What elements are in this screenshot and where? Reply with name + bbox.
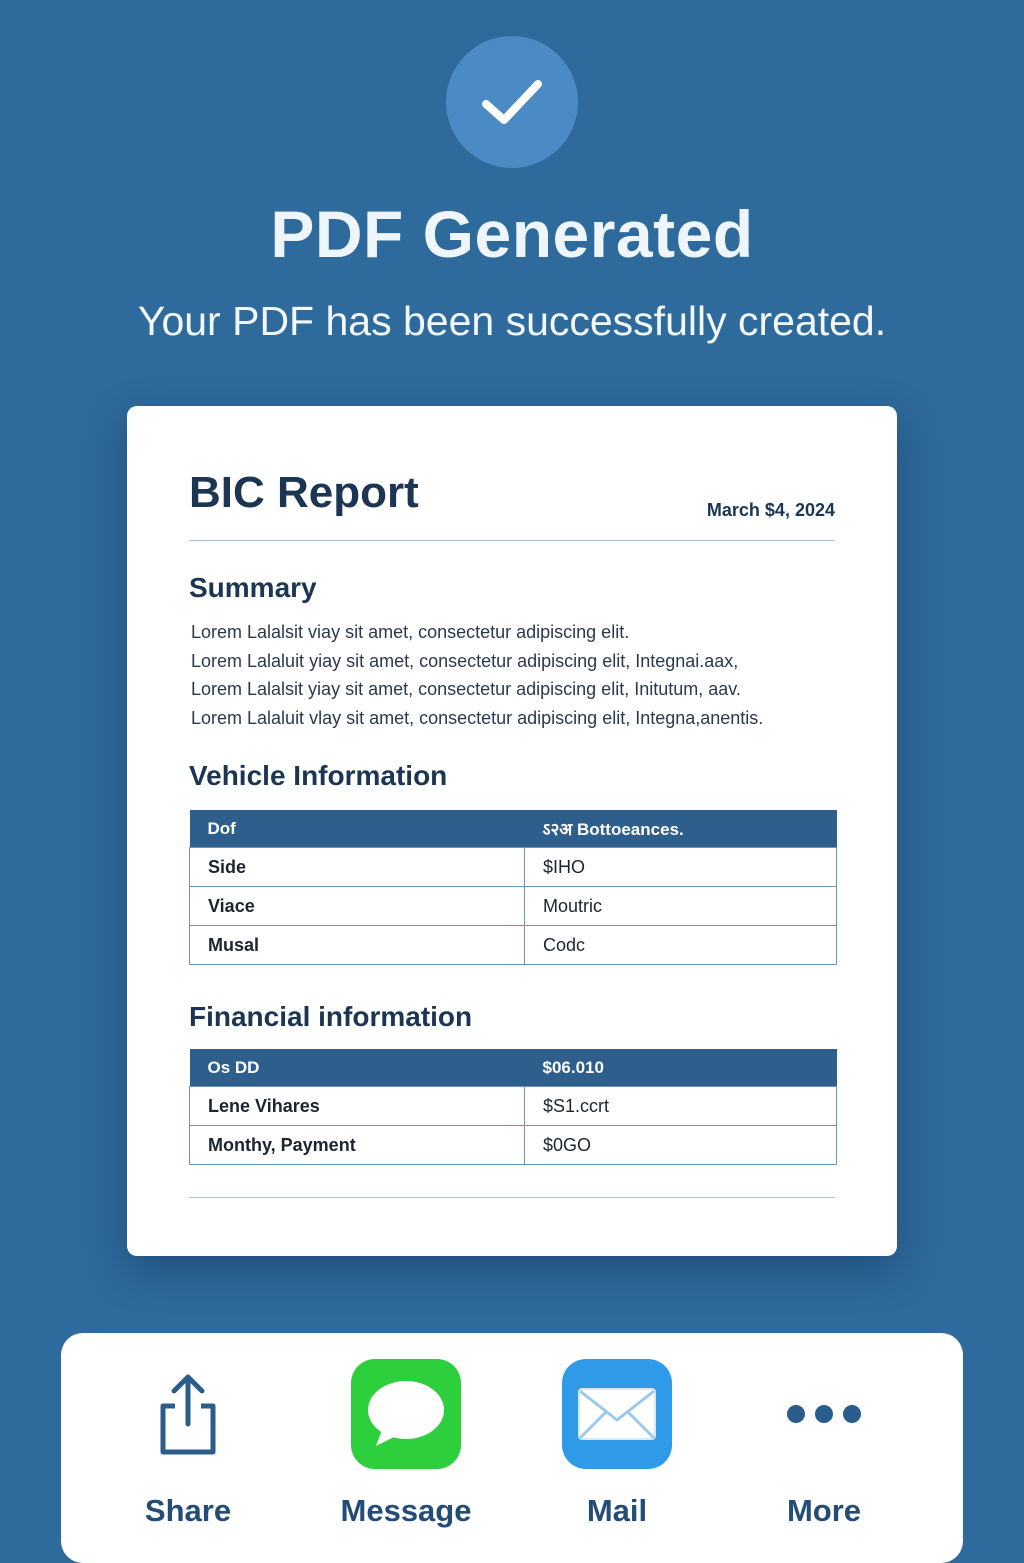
vehicle-info-table: Dof ऽ२अ Bottoeances. Side $IHO Viace Mou… <box>189 810 837 965</box>
share-sheet: Share Message Mail More <box>61 1333 963 1563</box>
summary-line: Lorem Lalaluit yiay sit amet, consectetu… <box>191 650 739 671</box>
table-row: Lene Vihares $S1.ccrt <box>189 1086 837 1126</box>
message-label: Message <box>340 1493 472 1528</box>
table-row: Side $IHO <box>189 847 837 887</box>
page-subtitle: Your PDF has been successfully created. <box>137 298 887 344</box>
row-label: Side <box>189 847 525 887</box>
more-button[interactable]: More <box>734 1359 914 1529</box>
share-label: Share <box>144 1493 232 1528</box>
table-header-row: Dof ऽ२अ Bottoeances. <box>189 810 837 848</box>
summary-line: Lorem Lalalsit yiay sit amet, consectetu… <box>191 679 741 699</box>
column-header: ऽ२अ Bottoeances. <box>524 810 837 848</box>
summary-line: Lorem Lalaluit vlay sit amet, consectetu… <box>191 707 764 728</box>
mail-label: Mail <box>586 1493 648 1528</box>
row-label: Monthy, Payment <box>189 1125 525 1165</box>
row-value: Codc <box>524 925 837 965</box>
message-icon <box>351 1359 461 1469</box>
success-check-badge <box>446 36 578 168</box>
summary-heading: Summary <box>189 572 317 603</box>
table-row: Musal Codc <box>189 925 837 965</box>
column-header: Os DD <box>189 1049 525 1087</box>
summary-text: Lorem Lalalsit viay sit amet, consectetu… <box>191 618 851 732</box>
pdf-preview-card[interactable]: BIC Report March $4, 2024 Summary Lorem … <box>127 406 897 1256</box>
summary-line: Lorem Lalalsit viay sit amet, consectetu… <box>191 622 630 642</box>
row-value: $S1.ccrt <box>524 1086 837 1126</box>
column-header: $06.010 <box>524 1049 837 1087</box>
document-title: BIC Report <box>189 468 419 517</box>
page-title: PDF Generated <box>270 197 754 271</box>
footer-divider <box>189 1197 835 1198</box>
table-row: Monthy, Payment $0GO <box>189 1125 837 1165</box>
mail-button[interactable]: Mail <box>527 1359 707 1529</box>
table-row: Viace Moutric <box>189 886 837 926</box>
row-label: Musal <box>189 925 525 965</box>
share-icon <box>133 1359 243 1469</box>
more-icon <box>769 1359 879 1469</box>
row-value: $0GO <box>524 1125 837 1165</box>
header-divider <box>189 540 835 541</box>
column-header: Dof <box>189 810 525 848</box>
document-date: March $4, 2024 <box>706 500 835 520</box>
more-label: More <box>786 1493 862 1528</box>
row-label: Viace <box>189 886 525 926</box>
message-button[interactable]: Message <box>316 1359 496 1529</box>
checkmark-icon <box>482 80 542 124</box>
mail-icon <box>562 1359 672 1469</box>
vehicle-info-heading: Vehicle Information <box>189 760 448 791</box>
row-value: $IHO <box>524 847 837 887</box>
row-value: Moutric <box>524 886 837 926</box>
financial-info-heading: Financial information <box>189 1001 473 1032</box>
financial-info-table: Os DD $06.010 Lene Vihares $S1.ccrt Mont… <box>189 1049 837 1165</box>
row-label: Lene Vihares <box>189 1086 525 1126</box>
table-header-row: Os DD $06.010 <box>189 1049 837 1087</box>
share-button[interactable]: Share <box>98 1359 278 1529</box>
